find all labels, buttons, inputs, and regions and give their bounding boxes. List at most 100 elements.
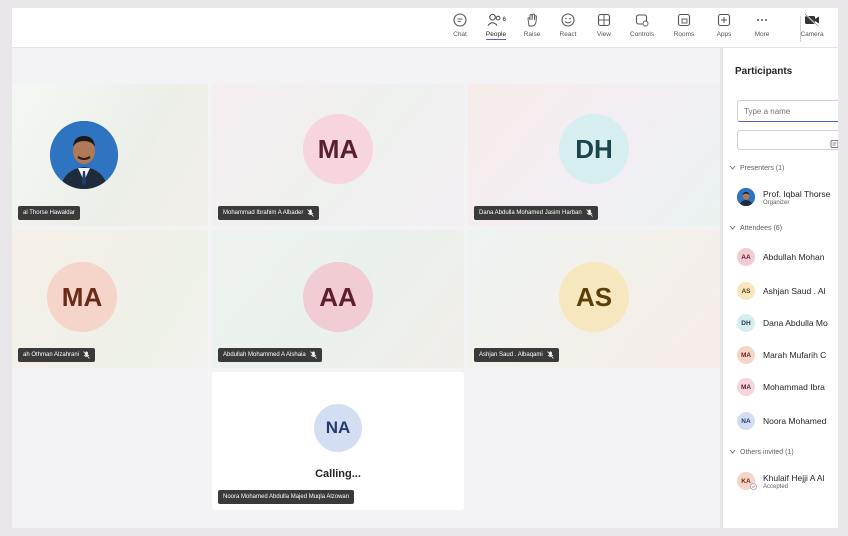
chat-label: Chat: [453, 31, 467, 38]
participant-role: Organizer: [763, 199, 790, 206]
participant-name: al Thorse Hawaldar: [23, 210, 75, 216]
others-invited-section-toggle[interactable]: Others invited (1): [729, 448, 794, 457]
participant-name: ah Othman Alzahrani: [23, 352, 80, 358]
participant-avatar: MA: [737, 378, 755, 396]
camera-label: Camera: [800, 31, 824, 38]
people-button[interactable]: 6 People: [478, 10, 514, 46]
participant-avatar: MA: [47, 262, 117, 332]
pane-title: Participants: [735, 66, 793, 77]
attendees-section-toggle[interactable]: Attendees (6): [729, 224, 782, 233]
participant-name: Abdullah Mohan: [763, 252, 825, 262]
mic-off-icon: [546, 351, 554, 359]
participant-avatar: AS: [737, 282, 755, 300]
view-button[interactable]: View: [586, 10, 622, 46]
participant-list-item[interactable]: Prof. Iqbal Thorse Organizer: [737, 186, 838, 208]
participant-photo: [737, 188, 755, 206]
react-icon: [558, 10, 578, 30]
meeting-toolbar: Chat 6 People Raise React View Controls: [12, 8, 838, 48]
participant-avatar: DH: [559, 114, 629, 184]
view-icon: [594, 10, 614, 30]
people-count-badge: 6: [502, 17, 506, 23]
raise-hand-icon: [522, 10, 542, 30]
participant-name-tag: al Thorse Hawaldar: [18, 206, 80, 220]
participant-avatar: MA: [737, 346, 755, 364]
participant-avatar: AS: [559, 262, 629, 332]
participant-name: Mohammad Ibra: [763, 382, 825, 392]
controls-button[interactable]: Controls: [624, 10, 660, 46]
controls-icon: [632, 10, 652, 30]
calling-status: Calling...: [315, 468, 361, 480]
participant-status: Accepted: [763, 483, 789, 490]
participant-avatar: MA: [303, 114, 373, 184]
participant-list-item[interactable]: AS Ashjan Saud . Al: [737, 280, 838, 302]
presenters-section-toggle[interactable]: Presenters (1): [729, 164, 784, 173]
react-button[interactable]: React: [550, 10, 586, 46]
participant-list-item[interactable]: MA Mohammad Ibra: [737, 376, 838, 398]
chat-button[interactable]: Chat: [442, 10, 478, 46]
view-label: View: [597, 31, 611, 38]
participant-name: Khulaif Hejji A Al: [763, 472, 825, 483]
rooms-button[interactable]: Rooms: [666, 10, 702, 46]
participant-tile[interactable]: MA Mohammad Ibrahim A Albader: [212, 84, 464, 226]
participant-avatar: NA: [314, 404, 362, 452]
participant-avatar: KA: [737, 472, 757, 492]
chevron-down-icon: [729, 164, 736, 173]
share-icon: [830, 136, 838, 154]
participant-name-tag: Abdullah Mohammed A Alshaia: [218, 348, 322, 362]
camera-button[interactable]: Camera: [794, 10, 830, 46]
apps-button[interactable]: Apps: [706, 10, 742, 46]
participant-name: Dana Abdulla Mohamed Jasim Harban: [479, 210, 582, 216]
participant-list-item[interactable]: NA Noora Mohamed: [737, 410, 838, 432]
participant-name: Noora Mohamed: [763, 416, 827, 426]
more-icon: [752, 10, 772, 30]
participant-tile[interactable]: AA Abdullah Mohammed A Alshaia: [212, 230, 464, 368]
react-label: React: [559, 31, 577, 38]
participant-list-item[interactable]: MA Marah Mufarih C: [737, 344, 838, 366]
controls-label: Controls: [629, 31, 655, 38]
participant-avatar: AA: [737, 248, 755, 266]
participant-name: Marah Mufarih C: [763, 350, 827, 360]
participant-avatar: NA: [737, 412, 755, 430]
participant-name-tag: Noora Mohamed Abdulla Majed Muqla Alzowa…: [218, 490, 355, 504]
others-invited-label: Others invited (1): [740, 449, 794, 456]
raise-hand-button[interactable]: Raise: [514, 10, 550, 46]
camera-off-icon: [802, 10, 822, 30]
rooms-icon: [674, 10, 694, 30]
participant-name: Dana Abdulla Mo: [763, 318, 828, 328]
mic-off-icon: [83, 351, 90, 359]
participant-tile[interactable]: MA ah Othman Alzahrani: [12, 230, 208, 368]
mic-off-icon: [309, 351, 317, 359]
accepted-icon: [750, 483, 757, 492]
participant-list-item[interactable]: KA Khulaif Hejji A Al Accepted: [737, 470, 838, 492]
people-icon: 6: [486, 10, 506, 30]
participant-search-input[interactable]: [737, 100, 838, 122]
participant-tile[interactable]: AS Ashjan Saud . Albaqami: [468, 230, 720, 368]
calling-tile[interactable]: NA Calling... Noora Mohamed Abdulla Maje…: [212, 372, 464, 510]
participant-tile[interactable]: DH Dana Abdulla Mohamed Jasim Harban: [468, 84, 720, 226]
participant-avatar: AA: [303, 262, 373, 332]
participant-name-tag: ah Othman Alzahrani: [18, 348, 96, 362]
participant-tile[interactable]: al Thorse Hawaldar: [12, 84, 208, 226]
participant-list-item[interactable]: DH Dana Abdulla Mo: [737, 312, 838, 334]
mic-off-icon: [585, 209, 593, 217]
attendees-label: Attendees (6): [740, 225, 783, 232]
share-invite-box[interactable]: [737, 130, 838, 150]
participant-name: Mohammad Ibrahim A Albader: [223, 210, 304, 216]
raise-label: Raise: [523, 31, 541, 38]
participant-name: Noora Mohamed Abdulla Majed Muqla Alzowa…: [223, 494, 350, 500]
participant-list-item[interactable]: AA Abdullah Mohan: [737, 246, 838, 268]
more-button[interactable]: More: [744, 10, 780, 46]
apps-label: Apps: [716, 31, 732, 38]
people-label: People: [485, 31, 507, 40]
participant-name: Abdullah Mohammed A Alshaia: [223, 352, 306, 358]
chat-icon: [450, 10, 470, 30]
presenters-label: Presenters (1): [740, 165, 785, 172]
participant-name-tag: Mohammad Ibrahim A Albader: [218, 206, 320, 220]
video-stage: al Thorse Hawaldar MA Mohammad Ibrahim A…: [12, 48, 720, 528]
participant-photo: [50, 121, 118, 189]
participant-avatar: DH: [737, 314, 755, 332]
chevron-down-icon: [729, 448, 736, 457]
participant-name: Prof. Iqbal Thorse: [763, 188, 831, 199]
participant-name-tag: Dana Abdulla Mohamed Jasim Harban: [474, 206, 598, 220]
participants-pane: Participants Presenters (1) Prof. Iqbal …: [722, 48, 838, 528]
